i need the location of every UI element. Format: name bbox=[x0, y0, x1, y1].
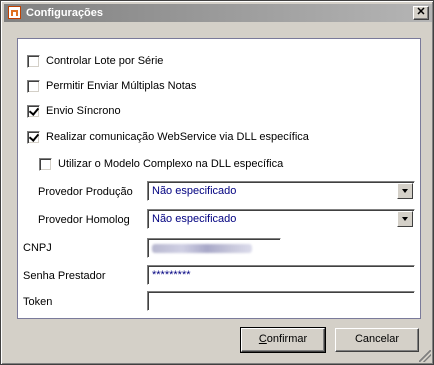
label-multiplas-notas: Permitir Enviar Múltiplas Notas bbox=[46, 80, 197, 92]
token-field[interactable] bbox=[147, 291, 415, 311]
label-cnpj: CNPJ bbox=[23, 242, 52, 254]
confirmar-label: onfirmar bbox=[266, 333, 308, 345]
checkbox-envio-sincrono[interactable] bbox=[27, 104, 40, 118]
senha-prestador-value: ********* bbox=[152, 269, 191, 281]
configuracoes-dialog: Configurações ✕ Controlar Lote por Série… bbox=[0, 0, 434, 365]
close-button[interactable]: ✕ bbox=[413, 6, 429, 20]
label-modelo-complexo: Utilizar o Modelo Complexo na DLL especí… bbox=[58, 158, 284, 170]
title-bar[interactable]: Configurações ✕ bbox=[4, 4, 432, 22]
cancelar-button[interactable]: Cancelar bbox=[335, 328, 419, 352]
provedor-producao-select[interactable]: Não especificado bbox=[147, 181, 415, 201]
chevron-down-icon[interactable] bbox=[397, 183, 413, 199]
resize-grip[interactable] bbox=[419, 350, 431, 362]
label-senha-prestador: Senha Prestador bbox=[23, 270, 106, 282]
label-controlar-lote: Controlar Lote por Série bbox=[46, 55, 164, 67]
checkbox-modelo-complexo[interactable] bbox=[39, 157, 52, 171]
cnpj-field[interactable] bbox=[147, 238, 281, 258]
option-controlar-lote[interactable]: Controlar Lote por Série bbox=[27, 53, 163, 69]
cnpj-redacted-value bbox=[152, 244, 252, 253]
provedor-producao-value: Não especificado bbox=[152, 185, 237, 197]
chevron-down-icon[interactable] bbox=[397, 211, 413, 227]
option-envio-sincrono[interactable]: Envio Síncrono bbox=[27, 103, 121, 119]
confirmar-button[interactable]: Confirmar bbox=[240, 327, 326, 353]
home-icon bbox=[8, 6, 21, 19]
option-webservice-dll[interactable]: Realizar comunicação WebService via DLL … bbox=[27, 129, 309, 145]
label-provedor-homolog: Provedor Homolog bbox=[38, 214, 130, 226]
senha-prestador-field[interactable]: ********* bbox=[147, 265, 415, 285]
checkbox-controlar-lote[interactable] bbox=[27, 54, 40, 68]
label-token: Token bbox=[23, 296, 53, 308]
settings-panel: Controlar Lote por Série Permitir Enviar… bbox=[17, 38, 421, 319]
option-multiplas-notas[interactable]: Permitir Enviar Múltiplas Notas bbox=[27, 78, 196, 94]
window-title: Configurações bbox=[26, 7, 104, 19]
provedor-homolog-select[interactable]: Não especificado bbox=[147, 209, 415, 229]
label-webservice-dll: Realizar comunicação WebService via DLL … bbox=[46, 131, 309, 143]
confirmar-accel: C bbox=[258, 333, 267, 345]
checkbox-webservice-dll[interactable] bbox=[27, 130, 40, 144]
checkbox-multiplas-notas[interactable] bbox=[27, 79, 40, 93]
label-envio-sincrono: Envio Síncrono bbox=[46, 105, 121, 117]
option-modelo-complexo[interactable]: Utilizar o Modelo Complexo na DLL especí… bbox=[39, 156, 283, 172]
cancelar-label: Cancelar bbox=[354, 333, 400, 345]
provedor-homolog-value: Não especificado bbox=[152, 213, 237, 225]
label-provedor-producao: Provedor Produção bbox=[38, 186, 133, 198]
